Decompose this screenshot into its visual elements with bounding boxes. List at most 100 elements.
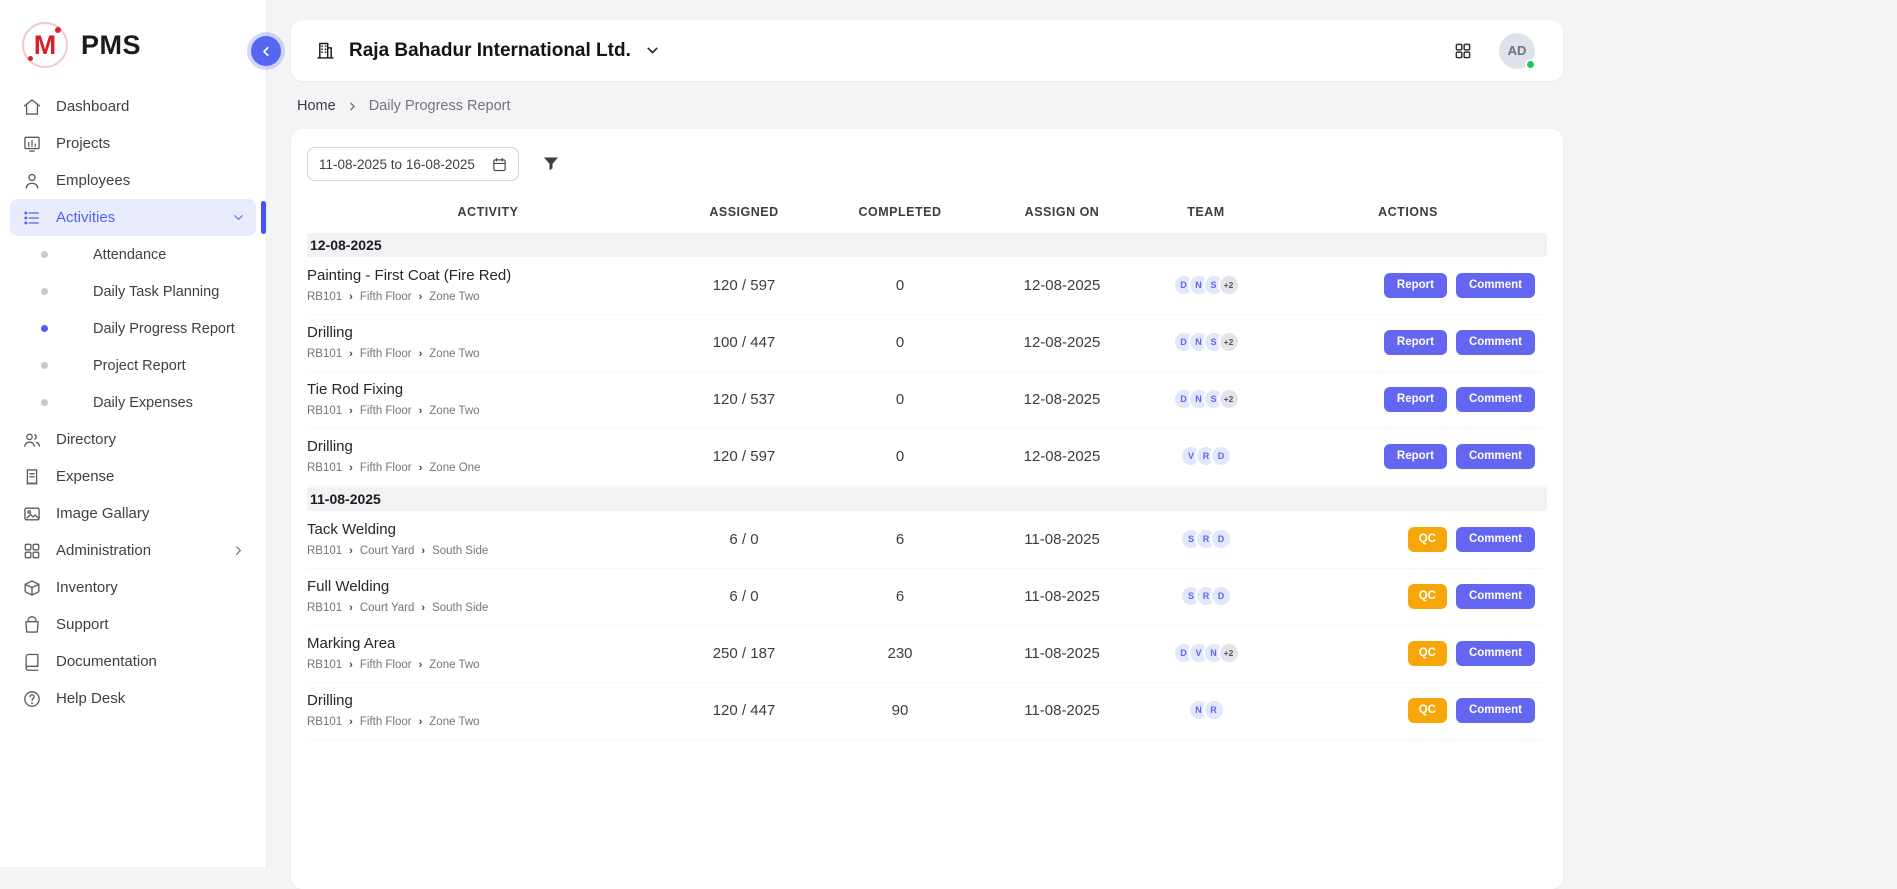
activity-path: RB101›Court Yard›South Side bbox=[307, 545, 669, 557]
sidebar-subitem-attendance[interactable]: Attendance bbox=[0, 236, 266, 273]
team-cell: DNS+2 bbox=[1143, 274, 1269, 296]
actions-cell: Report Comment bbox=[1269, 387, 1547, 412]
sidebar-item-projects[interactable]: Projects bbox=[10, 125, 256, 162]
comment-button[interactable]: Comment bbox=[1456, 584, 1535, 609]
activity-cell: DrillingRB101›Fifth Floor›Zone Two bbox=[307, 324, 669, 360]
activity-cell: Marking AreaRB101›Fifth Floor›Zone Two bbox=[307, 635, 669, 671]
actions-cell: QC Comment bbox=[1269, 527, 1547, 552]
chevron-right-icon bbox=[346, 100, 359, 113]
path-segment: RB101 bbox=[307, 405, 342, 417]
sidebar-item-directory[interactable]: Directory bbox=[10, 421, 256, 458]
path-segment: Fifth Floor bbox=[360, 405, 412, 417]
comment-button[interactable]: Comment bbox=[1456, 527, 1535, 552]
app-root: M PMS DashboardProjectsEmployeesActiviti… bbox=[0, 0, 1897, 867]
path-segment: Fifth Floor bbox=[360, 348, 412, 360]
comment-button[interactable]: Comment bbox=[1456, 273, 1535, 298]
sidebar-item-label: Projects bbox=[56, 135, 110, 152]
sidebar-item-help-desk[interactable]: Help Desk bbox=[10, 680, 256, 717]
sidebar-item-activities[interactable]: Activities bbox=[10, 199, 256, 236]
path-segment: RB101 bbox=[307, 716, 342, 728]
users-icon bbox=[22, 430, 42, 450]
report-button[interactable]: Report bbox=[1384, 387, 1447, 412]
date-range-value: 11-08-2025 to 16-08-2025 bbox=[319, 157, 475, 172]
sidebar-item-dashboard[interactable]: Dashboard bbox=[10, 88, 256, 125]
report-button[interactable]: Report bbox=[1384, 444, 1447, 469]
assigned-value: 120 / 537 bbox=[669, 391, 819, 408]
qc-button[interactable]: QC bbox=[1408, 527, 1447, 552]
chevron-right-icon: › bbox=[349, 717, 353, 728]
sidebar-item-documentation[interactable]: Documentation bbox=[10, 643, 256, 680]
sidebar-collapse-button[interactable] bbox=[251, 36, 281, 66]
activity-title: Drilling bbox=[307, 692, 669, 709]
team-cell: SRD bbox=[1143, 528, 1269, 550]
sidebar-item-inventory[interactable]: Inventory bbox=[10, 569, 256, 606]
team-more-badge: +2 bbox=[1218, 642, 1240, 664]
comment-button[interactable]: Comment bbox=[1456, 387, 1535, 412]
path-segment: RB101 bbox=[307, 545, 342, 557]
sidebar-item-label: Activities bbox=[56, 209, 115, 226]
date-range-input[interactable]: 11-08-2025 to 16-08-2025 bbox=[307, 147, 519, 181]
report-button[interactable]: Report bbox=[1384, 330, 1447, 355]
completed-value: 0 bbox=[819, 391, 981, 408]
sidebar-item-label: Help Desk bbox=[56, 690, 125, 707]
building-icon bbox=[315, 40, 336, 61]
path-segment: Court Yard bbox=[360, 545, 415, 557]
activity-cell: Tack WeldingRB101›Court Yard›South Side bbox=[307, 521, 669, 557]
comment-button[interactable]: Comment bbox=[1456, 444, 1535, 469]
app-name: PMS bbox=[81, 30, 141, 61]
sidebar-nav: Dashboard Projects Employees Activities Atte… bbox=[0, 84, 266, 721]
sidebar-subitem-daily-expenses[interactable]: Daily Expenses bbox=[0, 384, 266, 421]
sidebar-item-support[interactable]: Support bbox=[10, 606, 256, 643]
calendar-icon bbox=[491, 156, 508, 173]
team-more-badge: +2 bbox=[1218, 331, 1240, 353]
team-avatar: D bbox=[1210, 528, 1232, 550]
avatar-initials: AD bbox=[1508, 43, 1527, 58]
sidebar-item-expense[interactable]: Expense bbox=[10, 458, 256, 495]
team-more-badge: +2 bbox=[1218, 388, 1240, 410]
filter-button[interactable] bbox=[541, 154, 561, 174]
user-icon bbox=[22, 171, 42, 191]
activity-path: RB101›Court Yard›South Side bbox=[307, 602, 669, 614]
qc-button[interactable]: QC bbox=[1408, 584, 1447, 609]
company-selector[interactable]: Raja Bahadur International Ltd. bbox=[315, 40, 661, 62]
bullet-icon bbox=[41, 399, 48, 406]
chevron-right-icon: › bbox=[419, 463, 423, 474]
table-row: Tie Rod FixingRB101›Fifth Floor›Zone Two… bbox=[307, 372, 1547, 429]
assign-on-value: 12-08-2025 bbox=[981, 334, 1143, 351]
column-header-assigned: ASSIGNED bbox=[669, 205, 819, 219]
chevron-right-icon: › bbox=[349, 546, 353, 557]
comment-button[interactable]: Comment bbox=[1456, 330, 1535, 355]
apps-grid-button[interactable] bbox=[1453, 41, 1473, 61]
sidebar-subitem-daily-progress-report[interactable]: Daily Progress Report bbox=[0, 310, 266, 347]
company-name: Raja Bahadur International Ltd. bbox=[349, 40, 631, 62]
qc-button[interactable]: QC bbox=[1408, 641, 1447, 666]
chevron-down-icon bbox=[231, 210, 246, 225]
sidebar-item-employees[interactable]: Employees bbox=[10, 162, 256, 199]
activity-cell: DrillingRB101›Fifth Floor›Zone Two bbox=[307, 692, 669, 728]
comment-button[interactable]: Comment bbox=[1456, 698, 1535, 723]
table-row: DrillingRB101›Fifth Floor›Zone Two120 / … bbox=[307, 683, 1547, 740]
qc-button[interactable]: QC bbox=[1408, 698, 1447, 723]
path-segment: RB101 bbox=[307, 348, 342, 360]
sidebar-item-label: Inventory bbox=[56, 579, 118, 596]
breadcrumb-home-link[interactable]: Home bbox=[297, 98, 336, 114]
assign-on-value: 12-08-2025 bbox=[981, 277, 1143, 294]
completed-value: 0 bbox=[819, 448, 981, 465]
sidebar-item-administration[interactable]: Administration bbox=[10, 532, 256, 569]
grid-icon bbox=[22, 541, 42, 561]
filter-funnel-icon bbox=[541, 154, 561, 174]
chevron-left-icon bbox=[259, 44, 274, 59]
completed-value: 6 bbox=[819, 588, 981, 605]
sidebar-subitem-project-report[interactable]: Project Report bbox=[0, 347, 266, 384]
activity-title: Drilling bbox=[307, 324, 669, 341]
sidebar-item-label: Dashboard bbox=[56, 98, 129, 115]
assign-on-value: 11-08-2025 bbox=[981, 531, 1143, 548]
team-avatar: D bbox=[1210, 445, 1232, 467]
activity-cell: Tie Rod FixingRB101›Fifth Floor›Zone Two bbox=[307, 381, 669, 417]
comment-button[interactable]: Comment bbox=[1456, 641, 1535, 666]
chevron-right-icon: › bbox=[349, 603, 353, 614]
sidebar-item-image-gallary[interactable]: Image Gallary bbox=[10, 495, 256, 532]
report-button[interactable]: Report bbox=[1384, 273, 1447, 298]
user-avatar[interactable]: AD bbox=[1499, 33, 1535, 69]
sidebar-subitem-daily-task-planning[interactable]: Daily Task Planning bbox=[0, 273, 266, 310]
